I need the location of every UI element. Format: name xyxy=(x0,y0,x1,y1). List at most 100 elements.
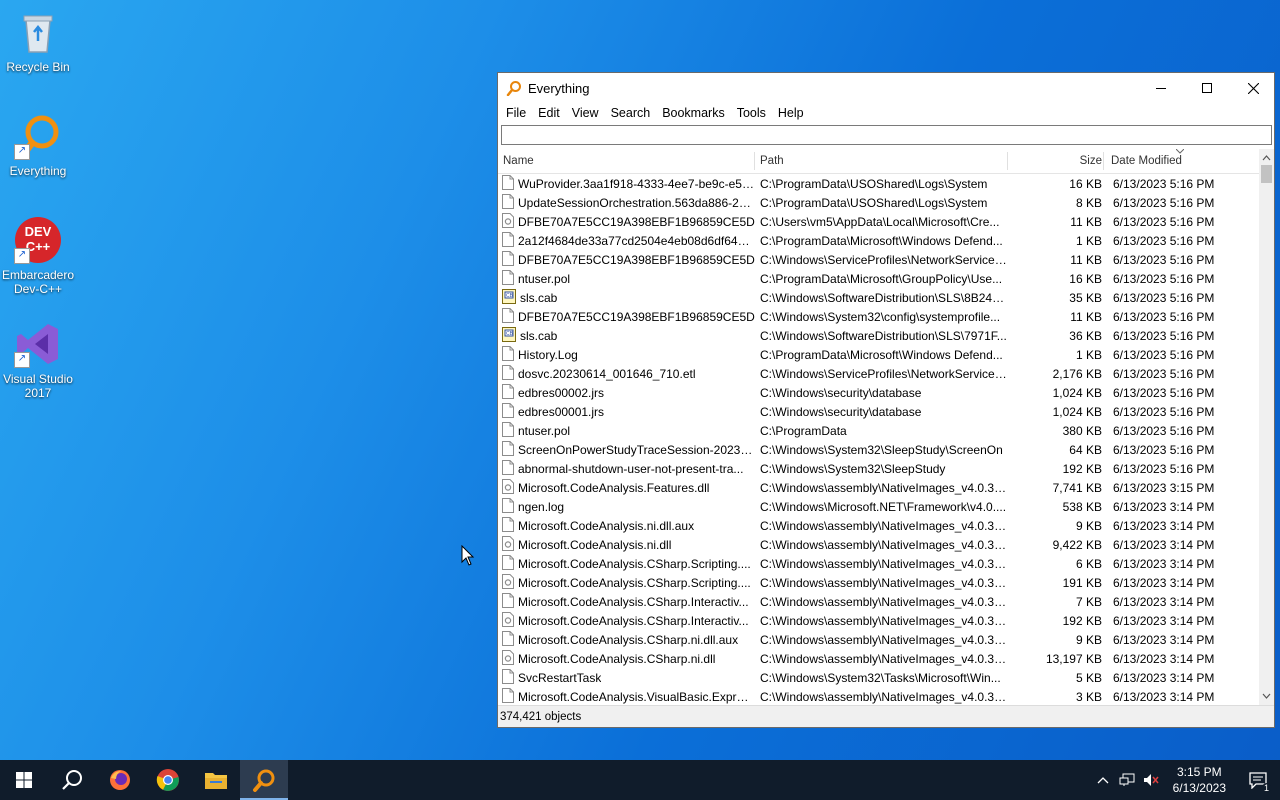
cell-size: 192 KB xyxy=(1062,461,1102,476)
cell-path: C:\Windows\System32\SleepStudy xyxy=(760,461,946,476)
desktop-icon-dev-cpp[interactable]: DEV C++ ↗ Embarcadero Dev-C++ xyxy=(0,216,76,296)
maximize-button[interactable] xyxy=(1184,73,1230,103)
column-header-size[interactable]: Size xyxy=(1008,149,1104,173)
volume-button[interactable] xyxy=(1139,760,1163,800)
column-header-path[interactable]: Path xyxy=(755,149,1008,173)
cab-icon: CB xyxy=(502,288,516,307)
table-row[interactable]: Microsoft.CodeAnalysis.CSharp.ni.dll C:\W… xyxy=(498,649,1259,668)
taskbar-clock[interactable]: 3:15 PM 6/13/2023 xyxy=(1163,764,1236,796)
table-row[interactable]: Microsoft.CodeAnalysis.CSharp.Interactiv… xyxy=(498,611,1259,630)
document-icon xyxy=(502,516,514,535)
system-file-icon xyxy=(502,478,514,497)
table-row[interactable]: History.Log C:\ProgramData\Microsoft\Wind… xyxy=(498,345,1259,364)
table-row[interactable]: edbres00001.jrs C:\Windows\security\datab… xyxy=(498,402,1259,421)
table-row[interactable]: UpdateSessionOrchestration.563da886-21..… xyxy=(498,193,1259,212)
cell-size: 6 KB xyxy=(1075,556,1102,571)
menu-search[interactable]: Search xyxy=(605,106,657,120)
document-icon xyxy=(502,668,514,687)
menu-edit[interactable]: Edit xyxy=(532,106,566,120)
title-bar[interactable]: Everything xyxy=(498,73,1274,103)
table-row[interactable]: 2a12f4684de33a77cd2504e4eb08d6df649b... C… xyxy=(498,231,1259,250)
menu-tools[interactable]: Tools xyxy=(731,106,772,120)
object-count: 374,421 objects xyxy=(500,711,582,723)
table-row[interactable]: WuProvider.3aa1f918-4333-4ee7-be9c-e5a..… xyxy=(498,174,1259,193)
cell-date-modified: 6/13/2023 3:14 PM xyxy=(1113,556,1215,571)
document-icon xyxy=(502,440,514,459)
cell-name: edbres00002.jrs xyxy=(498,383,755,402)
taskbar-chrome-button[interactable] xyxy=(144,760,192,800)
cell-date-modified: 6/13/2023 5:16 PM xyxy=(1113,404,1215,419)
table-row[interactable]: dosvc.20230614_001646_710.etl C:\Windows\… xyxy=(498,364,1259,383)
table-row[interactable]: Microsoft.CodeAnalysis.CSharp.Interactiv… xyxy=(498,592,1259,611)
cell-size: 1,024 KB xyxy=(1052,404,1102,419)
desktop-icon-label: Embarcadero Dev-C++ xyxy=(1,268,75,296)
document-icon xyxy=(502,307,514,326)
cell-name: Microsoft.CodeAnalysis.ni.dll.aux xyxy=(498,516,755,535)
table-row[interactable]: ntuser.pol C:\ProgramData\Microsoft\Group… xyxy=(498,269,1259,288)
minimize-button[interactable] xyxy=(1138,73,1184,103)
taskbar-everything-button[interactable] xyxy=(240,760,288,800)
show-hidden-icons-button[interactable] xyxy=(1091,760,1115,800)
menu-view[interactable]: View xyxy=(566,106,605,120)
scroll-thumb[interactable] xyxy=(1261,165,1272,183)
table-row[interactable]: SvcRestartTask C:\Windows\System32\Tasks\… xyxy=(498,668,1259,687)
table-row[interactable]: Microsoft.CodeAnalysis.ni.dll C:\Windows\… xyxy=(498,535,1259,554)
search-input[interactable] xyxy=(501,125,1272,145)
table-row[interactable]: Microsoft.CodeAnalysis.ni.dll.aux C:\Wind… xyxy=(498,516,1259,535)
scroll-down-icon[interactable] xyxy=(1259,689,1274,703)
table-row[interactable]: Microsoft.CodeAnalysis.CSharp.ni.dll.aux… xyxy=(498,630,1259,649)
notification-center-button[interactable]: 1 xyxy=(1236,760,1280,800)
menu-bookmarks[interactable]: Bookmarks xyxy=(656,106,731,120)
network-button[interactable] xyxy=(1115,760,1139,800)
menu-help[interactable]: Help xyxy=(772,106,810,120)
desktop-icon-recycle-bin[interactable]: Recycle Bin xyxy=(0,8,76,74)
cell-date-modified: 6/13/2023 5:16 PM xyxy=(1113,195,1215,210)
table-row[interactable]: ngen.log C:\Windows\Microsoft.NET\Framewo… xyxy=(498,497,1259,516)
taskbar-firefox-button[interactable] xyxy=(96,760,144,800)
cell-path: C:\ProgramData\Microsoft\Windows Defend.… xyxy=(760,347,1003,362)
taskbar-file-explorer-button[interactable] xyxy=(192,760,240,800)
menu-file[interactable]: File xyxy=(500,106,532,120)
cell-size: 191 KB xyxy=(1062,575,1102,590)
chrome-icon xyxy=(156,769,179,791)
cell-size: 7 KB xyxy=(1075,594,1102,609)
desktop-icon-label: Visual Studio 2017 xyxy=(3,372,73,400)
table-row[interactable]: Microsoft.CodeAnalysis.CSharp.Scripting.… xyxy=(498,573,1259,592)
close-button[interactable] xyxy=(1230,73,1276,103)
cell-date-modified: 6/13/2023 3:14 PM xyxy=(1113,651,1215,666)
shortcut-arrow-icon: ↗ xyxy=(14,248,30,264)
document-icon xyxy=(502,497,514,516)
cell-name: DFBE70A7E5CC19A398EBF1B96859CE5D xyxy=(498,250,755,269)
desktop-icon-everything[interactable]: ↗ Everything xyxy=(0,112,76,178)
table-row[interactable]: ScreenOnPowerStudyTraceSession-2023-0...… xyxy=(498,440,1259,459)
cell-name: DFBE70A7E5CC19A398EBF1B96859CE5D xyxy=(498,307,755,326)
cell-path: C:\Windows\System32\SleepStudy\ScreenOn xyxy=(760,442,1003,457)
cell-size: 9 KB xyxy=(1075,632,1102,647)
table-row[interactable]: Microsoft.CodeAnalysis.CSharp.Scripting.… xyxy=(498,554,1259,573)
cell-name: Microsoft.CodeAnalysis.ni.dll xyxy=(498,535,755,554)
taskbar-search-button[interactable] xyxy=(48,760,96,800)
start-button[interactable] xyxy=(0,760,48,800)
table-row[interactable]: abnormal-shutdown-user-not-present-tra..… xyxy=(498,459,1259,478)
table-row[interactable]: CB sls.cab C:\Windows\SoftwareDistribution… xyxy=(498,288,1259,307)
table-row[interactable]: DFBE70A7E5CC19A398EBF1B96859CE5D C:\Users… xyxy=(498,212,1259,231)
vertical-scrollbar[interactable] xyxy=(1259,149,1274,705)
results-list: Name Path Size Date Modified WuProvider.… xyxy=(498,149,1274,705)
table-row[interactable]: edbres00002.jrs C:\Windows\security\datab… xyxy=(498,383,1259,402)
scroll-up-icon[interactable] xyxy=(1259,151,1274,165)
table-row[interactable]: DFBE70A7E5CC19A398EBF1B96859CE5D C:\Windo… xyxy=(498,250,1259,269)
table-row[interactable]: Microsoft.CodeAnalysis.Features.dll C:\Wi… xyxy=(498,478,1259,497)
cell-date-modified: 6/13/2023 3:14 PM xyxy=(1113,594,1215,609)
cell-name: History.Log xyxy=(498,345,755,364)
table-row[interactable]: DFBE70A7E5CC19A398EBF1B96859CE5D C:\Windo… xyxy=(498,307,1259,326)
desktop-icon-visual-studio[interactable]: ↗ Visual Studio 2017 xyxy=(0,320,76,400)
cell-path: C:\ProgramData\Microsoft\Windows Defend.… xyxy=(760,233,1003,248)
table-row[interactable]: CB sls.cab C:\Windows\SoftwareDistribution… xyxy=(498,326,1259,345)
cell-size: 16 KB xyxy=(1069,176,1102,191)
cell-name: Microsoft.CodeAnalysis.CSharp.ni.dll xyxy=(498,649,755,668)
table-row[interactable]: Microsoft.CodeAnalysis.VisualBasic.Expre… xyxy=(498,687,1259,705)
column-header-name[interactable]: Name xyxy=(498,149,755,173)
table-row[interactable]: ntuser.pol C:\ProgramData 380 KB 6/13/2023 … xyxy=(498,421,1259,440)
column-header-date-modified[interactable]: Date Modified xyxy=(1104,149,1254,173)
everything-app-icon xyxy=(506,81,521,96)
